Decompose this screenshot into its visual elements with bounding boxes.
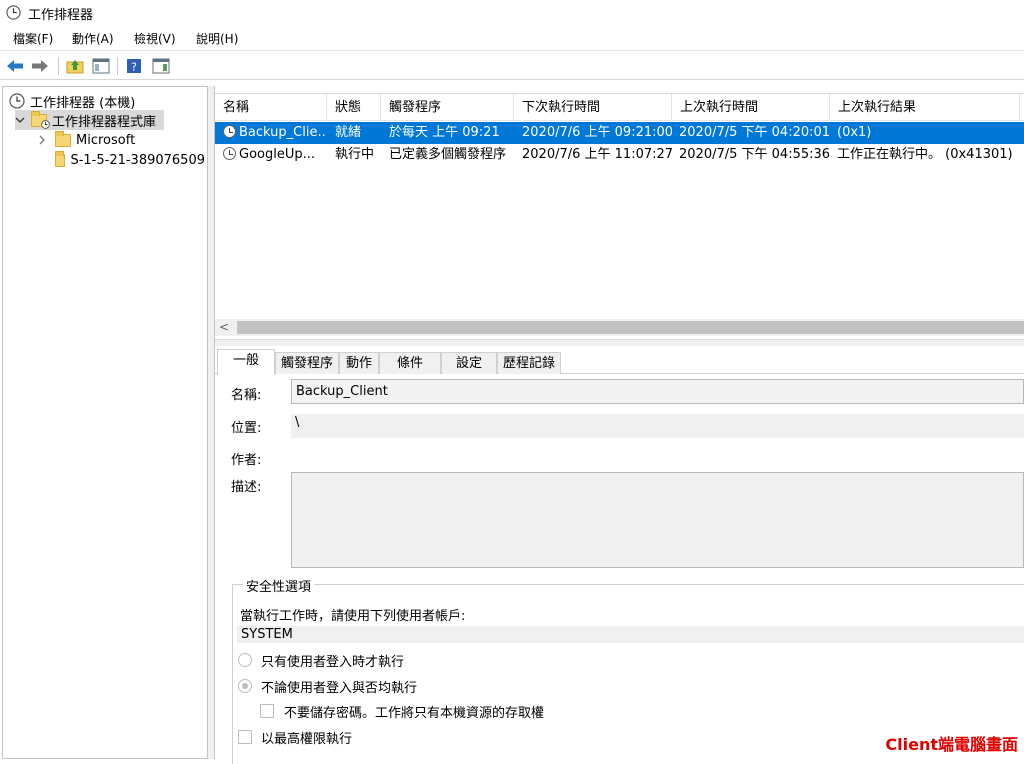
tree-microsoft-label: Microsoft [76, 132, 136, 148]
clock-icon [6, 5, 21, 20]
toolbar: ? [0, 50, 1024, 80]
location-label: 位置: [231, 421, 262, 436]
column-header-last-run[interactable]: 上次執行時間 [672, 94, 830, 121]
action-pane-icon [152, 58, 170, 74]
tab-history[interactable]: 歷程記錄 [497, 352, 561, 374]
task-last-run: 2020/7/5 下午 04:20:01 [679, 125, 829, 140]
show-hide-console-tree-button[interactable] [90, 55, 112, 77]
radio-run-only-logged-on[interactable] [238, 653, 252, 667]
tree-sid-label: S-1-5-21-389076509 [70, 152, 205, 168]
author-label: 作者: [231, 453, 262, 468]
menu-bar: 檔案(F) 動作(A) 檢視(V) 說明(H) [0, 26, 1024, 50]
clock-icon [41, 119, 50, 129]
tab-conditions[interactable]: 條件 [379, 352, 441, 374]
scroll-left-button[interactable]: < [219, 319, 229, 336]
detail-tabs: 一般 觸發程序 動作 條件 設定 歷程記錄 [215, 349, 1024, 375]
up-folder-button[interactable] [64, 55, 86, 77]
task-name: GoogleUp... [239, 147, 316, 162]
tree-root-label: 工作排程器 (本機) [30, 95, 136, 111]
tab-general[interactable]: 一般 [217, 349, 275, 375]
tree-item-library[interactable]: 工作排程器程式庫 [15, 110, 165, 130]
caption-watermark: Client端電腦畫面 [885, 735, 1018, 754]
clock-icon [9, 93, 25, 109]
checkbox-do-not-store-password[interactable] [260, 704, 274, 718]
description-field[interactable] [291, 472, 1024, 568]
user-account-field: SYSTEM [237, 626, 1024, 643]
task-last-result: (0x1) [837, 125, 872, 140]
show-hide-action-pane-button[interactable] [150, 55, 172, 77]
menu-view[interactable]: 檢視(V) [134, 30, 176, 47]
chevron-right-icon[interactable] [37, 135, 47, 145]
menu-help[interactable]: 說明(H) [196, 30, 238, 47]
console-tree-icon [92, 58, 110, 74]
checkbox-do-not-store-password-label: 不要儲存密碼。工作將只有本機資源的存取權 [284, 706, 545, 721]
column-header-next-run[interactable]: 下次執行時間 [514, 94, 672, 121]
window-title: 工作排程器 [28, 8, 94, 23]
column-header-triggers[interactable]: 觸發程序 [381, 94, 514, 121]
library-folder-icon [31, 110, 50, 129]
tree-root[interactable]: 工作排程器 (本機) [9, 91, 135, 111]
name-field[interactable]: Backup_Client [291, 379, 1024, 404]
tree-item-sid[interactable]: S-1-5-21-389076509 [55, 150, 205, 170]
radio-run-whether-logged-on[interactable] [238, 679, 252, 693]
checkbox-highest-privileges[interactable] [238, 730, 252, 744]
task-list-header: 名稱 狀態 觸發程序 下次執行時間 上次執行時間 上次執行結果 [215, 94, 1024, 121]
tree-item-microsoft[interactable]: Microsoft [37, 130, 135, 150]
scrollbar-thumb[interactable] [237, 321, 1024, 334]
tree-library-label: 工作排程器程式庫 [52, 114, 157, 130]
task-clock-icon [223, 125, 236, 138]
tab-triggers[interactable]: 觸發程序 [275, 352, 339, 374]
radio-run-only-logged-on-label: 只有使用者登入時才執行 [261, 655, 405, 670]
tab-actions[interactable]: 動作 [339, 352, 379, 374]
title-bar: 工作排程器 [0, 0, 1024, 26]
task-name: Backup_Clie... [239, 125, 327, 140]
arrow-left-icon [7, 60, 23, 72]
task-clock-icon [223, 147, 236, 160]
task-status: 就緒 [335, 125, 362, 140]
tab-settings[interactable]: 設定 [441, 352, 497, 374]
task-trigger: 於每天 上午 09:21 [389, 125, 500, 140]
column-header-last-result[interactable]: 上次執行結果 [830, 94, 1020, 121]
description-label: 描述: [231, 480, 262, 495]
folder-icon [55, 130, 71, 147]
pane-splitter[interactable] [207, 86, 215, 759]
column-header-status[interactable]: 狀態 [327, 94, 381, 121]
task-last-run: 2020/7/5 下午 04:55:36 [679, 147, 829, 162]
menu-file[interactable]: 檔案(F) [13, 30, 53, 47]
console-tree: 工作排程器 (本機) 工作排程器程式庫 Microsoft S-1-5-21-3… [2, 86, 207, 759]
security-options-title: 安全性選項 [243, 576, 315, 595]
help-button[interactable]: ? [123, 55, 145, 77]
task-list: 名稱 狀態 觸發程序 下次執行時間 上次執行時間 上次執行結果 Backup_C… [215, 93, 1024, 339]
task-next-run: 2020/7/6 上午 11:07:27 [522, 147, 672, 162]
account-prompt: 當執行工作時，請使用下列使用者帳戶: [240, 609, 466, 624]
radio-run-whether-logged-on-label: 不論使用者登入與否均執行 [261, 681, 418, 696]
help-icon: ? [127, 59, 141, 74]
table-row[interactable]: GoogleUp... 執行中 已定義多個觸發程序 2020/7/6 上午 11… [215, 144, 1024, 166]
folder-icon [55, 150, 66, 167]
arrow-right-icon [32, 60, 48, 72]
task-trigger: 已定義多個觸發程序 [389, 147, 507, 162]
horizontal-scrollbar[interactable]: < [215, 319, 1024, 336]
menu-action[interactable]: 動作(A) [72, 30, 114, 47]
checkbox-highest-privileges-label: 以最高權限執行 [261, 732, 353, 747]
svg-text:?: ? [131, 61, 137, 74]
task-detail-pane: 一般 觸發程序 動作 條件 設定 歷程記錄 名稱: Backup_Client … [215, 346, 1024, 764]
toolbar-separator [117, 57, 118, 75]
task-status: 執行中 [335, 147, 375, 162]
toolbar-separator [58, 57, 59, 75]
task-last-result: 工作正在執行中。 (0x41301) [837, 147, 1013, 162]
column-header-name[interactable]: 名稱 [215, 94, 327, 121]
task-next-run: 2020/7/6 上午 09:21:00 [522, 125, 672, 140]
pane-splitter-horizontal[interactable] [215, 339, 1024, 346]
chevron-down-icon[interactable] [15, 115, 25, 125]
task-name-cell: GoogleUp... [223, 144, 327, 166]
forward-button[interactable] [29, 55, 51, 77]
location-field: \ [291, 414, 1024, 438]
folder-up-icon [66, 60, 84, 74]
name-label: 名稱: [231, 388, 262, 403]
back-button[interactable] [4, 55, 26, 77]
table-row[interactable]: Backup_Clie... 就緒 於每天 上午 09:21 2020/7/6 … [215, 122, 1024, 144]
task-name-cell: Backup_Clie... [223, 122, 327, 144]
